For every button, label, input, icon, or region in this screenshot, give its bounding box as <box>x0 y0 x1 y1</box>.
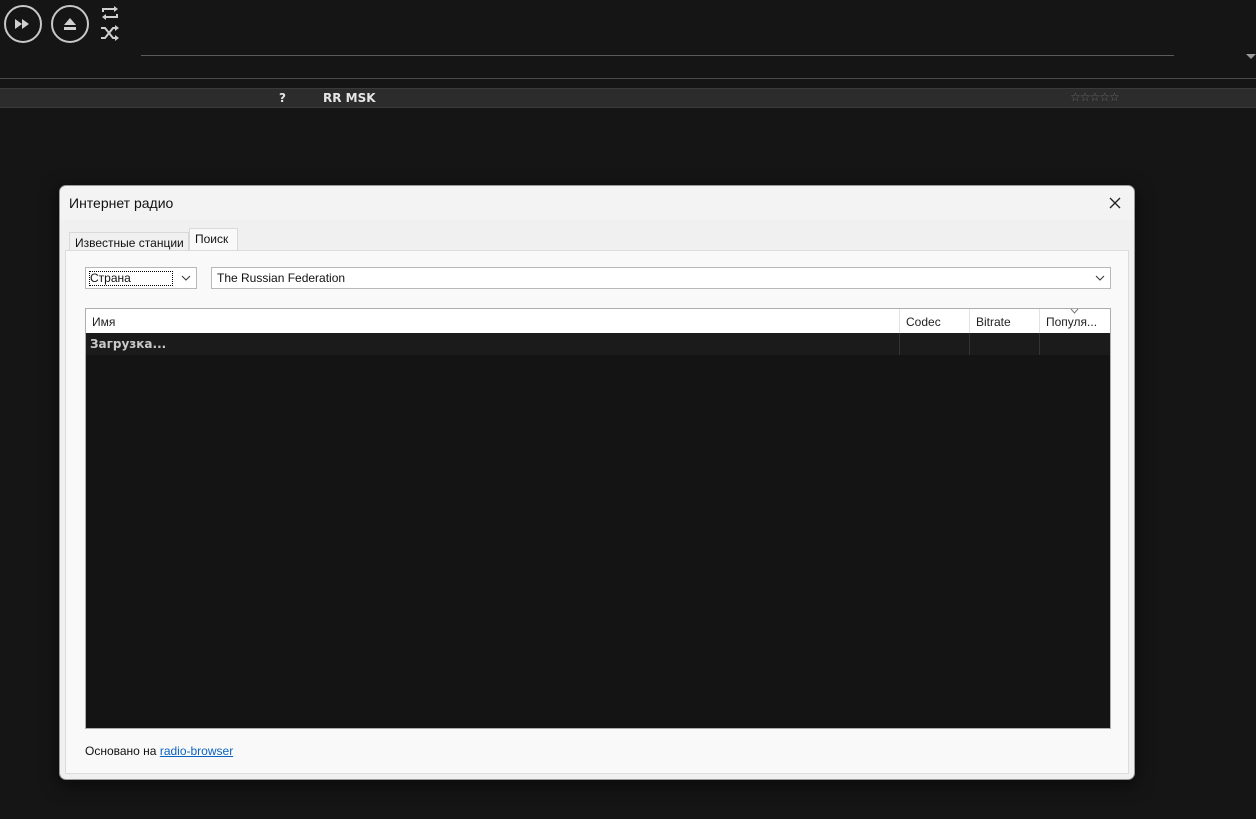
eject-icon <box>64 18 76 30</box>
repeat-button[interactable] <box>99 4 121 22</box>
column-header-codec[interactable]: Codec <box>900 309 970 333</box>
chevron-down-icon <box>1095 275 1105 281</box>
fast-forward-button[interactable] <box>4 5 42 43</box>
list-item[interactable]: Загрузка... <box>86 333 1110 355</box>
search-field-value: Страна <box>90 271 131 285</box>
tab-label: Известные станции <box>75 236 184 250</box>
row-codec <box>900 333 970 355</box>
shuffle-icon <box>101 25 119 41</box>
dialog-title: Интернет радио <box>69 195 174 211</box>
sort-caret-icon <box>1070 308 1079 314</box>
column-header-name[interactable]: Имя <box>86 309 900 333</box>
tab-known-stations[interactable]: Известные станции <box>69 232 189 252</box>
rating-stars[interactable]: ☆☆☆☆☆ <box>1070 90 1120 104</box>
stations-list[interactable]: Имя Codec Bitrate Популя... Загрузка... <box>85 308 1111 729</box>
eject-button[interactable] <box>51 5 89 43</box>
list-header: Имя Codec Bitrate Популя... <box>86 308 1110 333</box>
footer-credit: Основано на radio-browser <box>85 744 233 758</box>
tab-search[interactable]: Поиск <box>189 228 238 252</box>
separator <box>0 78 1256 79</box>
close-button[interactable] <box>1106 194 1124 212</box>
search-panel: Страна The Russian Federation Имя Codec … <box>65 250 1129 774</box>
seek-bar[interactable] <box>141 55 1174 56</box>
radio-browser-link[interactable]: radio-browser <box>160 744 233 758</box>
tab-label: Поиск <box>195 232 229 246</box>
track-title: RR MSK <box>323 91 376 105</box>
dialog-titlebar: Интернет радио <box>60 186 1134 220</box>
country-value: The Russian Federation <box>217 271 346 285</box>
search-field-select[interactable]: Страна <box>85 267 197 289</box>
shuffle-button[interactable] <box>99 24 121 42</box>
playlist-row[interactable]: ? RR MSK ☆☆☆☆☆ <box>0 88 1256 108</box>
fast-forward-icon <box>15 19 29 29</box>
column-header-bitrate[interactable]: Bitrate <box>970 309 1040 333</box>
chevron-down-icon <box>181 275 191 281</box>
close-icon <box>1109 197 1121 209</box>
internet-radio-dialog: Интернет радио Известные станции Поиск С… <box>59 185 1135 780</box>
repeat-icon <box>102 6 118 20</box>
row-bitrate <box>970 333 1040 355</box>
volume-chevron-icon[interactable] <box>1246 46 1256 59</box>
row-name: Загрузка... <box>86 333 900 355</box>
row-popularity <box>1040 333 1110 355</box>
country-select[interactable]: The Russian Federation <box>211 267 1111 289</box>
track-number: ? <box>279 91 286 105</box>
footer-text: Основано на <box>85 744 157 758</box>
